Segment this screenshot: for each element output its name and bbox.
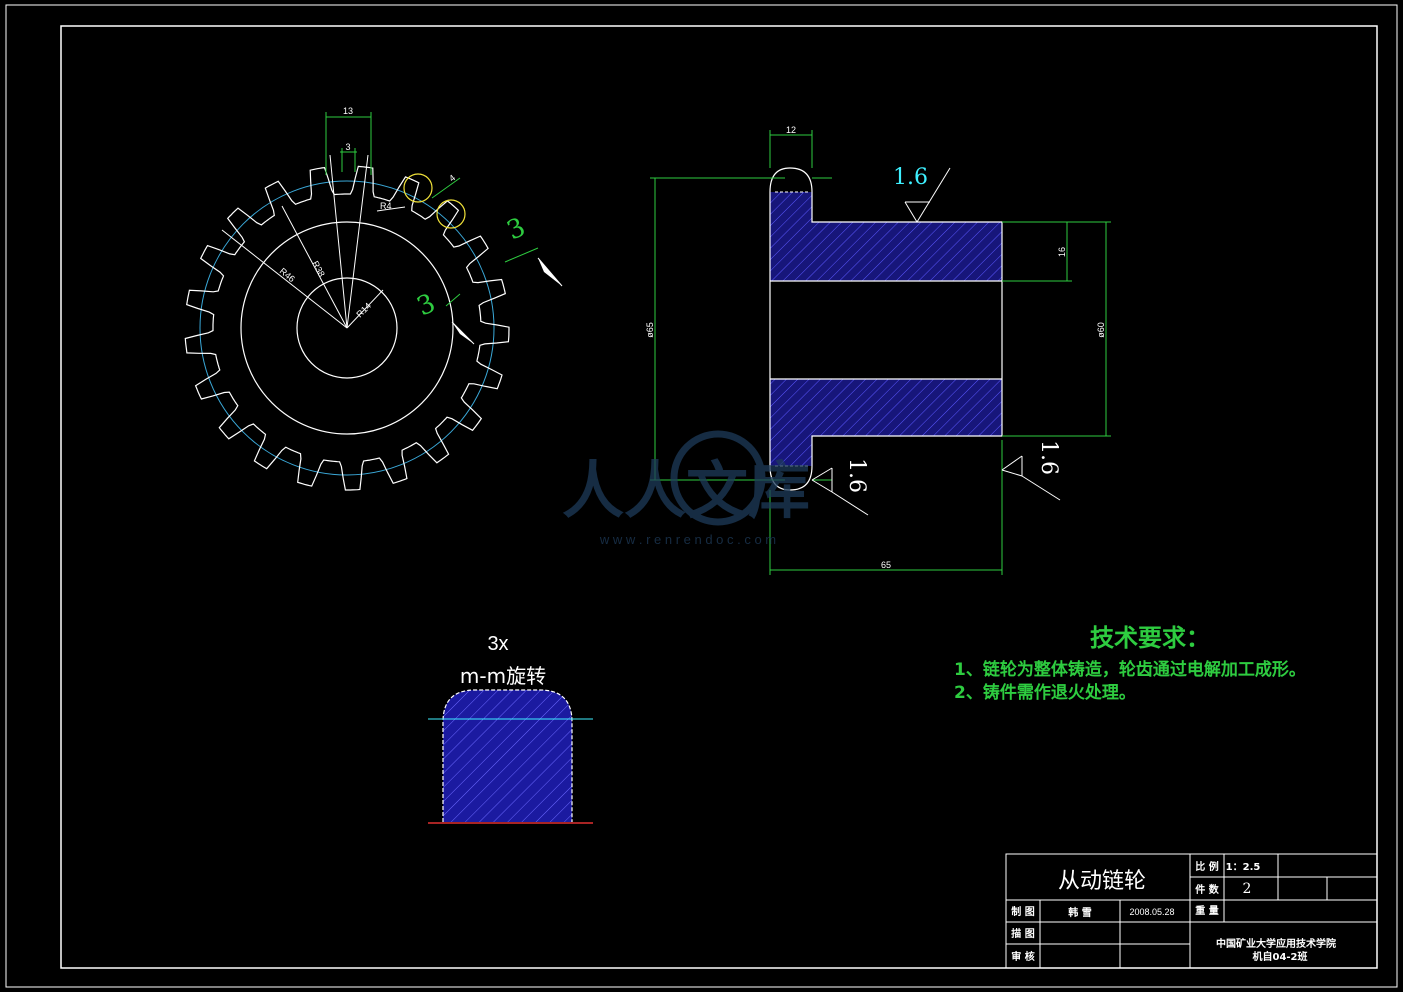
- detail-tooth-section: [443, 690, 572, 822]
- dim-r38: R38: [310, 259, 327, 278]
- roughness-top-value: 1.6: [893, 165, 928, 190]
- part-name: 从动链轮: [1058, 869, 1146, 894]
- watermark-text: 人人文库: [562, 454, 810, 527]
- detail-scale: 3x: [487, 633, 508, 655]
- drawn-date: 2008.05.28: [1129, 907, 1174, 917]
- front-roughness-2-value: 3: [413, 288, 440, 322]
- dim-3: 3: [345, 142, 350, 152]
- dim-r4: R4: [380, 201, 392, 211]
- scale-value: 1：2.5: [1226, 862, 1261, 873]
- qty-value: 2: [1243, 881, 1252, 897]
- detail-circle-1: [403, 173, 433, 203]
- school-name: 中国矿业大学应用技术学院: [1216, 937, 1336, 950]
- dim-13: 13: [343, 106, 353, 116]
- arrow-1-shaft: [537, 257, 563, 287]
- qty-label: 件 数: [1195, 883, 1219, 896]
- dim-4: 4: [447, 173, 457, 184]
- traced-label: 描 图: [1011, 927, 1034, 940]
- front-roughness-1: [504, 247, 539, 263]
- cad-drawing: 13 3 R4 4 R46 R38 R14 3 3 12 ø65 16 ø60 …: [5, 4, 1398, 988]
- dim-16: 16: [1057, 247, 1067, 257]
- dim-phi60: ø60: [1096, 322, 1106, 338]
- dim-12: 12: [786, 125, 796, 135]
- detail-label: m-m旋转: [460, 664, 546, 688]
- tech-req-item-1: 1、链轮为整体铸造，轮齿通过电解加工成形。: [954, 659, 1306, 680]
- drawn-label: 制 图: [1011, 905, 1034, 918]
- dim-65: 65: [881, 560, 891, 570]
- roughness-bottom-right-value: 1.6: [1036, 440, 1061, 475]
- watermark-url: w w w . r e n r e n d o c . c o m: [599, 532, 776, 547]
- weight-label: 重 量: [1195, 904, 1218, 917]
- dim-phi65: ø65: [645, 322, 655, 338]
- sprocket-tooth-outline: [184, 165, 510, 491]
- front-roughness-1-value: 3: [503, 212, 530, 246]
- class-name: 机自04-2班: [1252, 950, 1307, 963]
- scale-label: 比 例: [1195, 860, 1218, 873]
- section-upper: [770, 192, 1002, 281]
- arrow-2-shaft: [451, 321, 475, 345]
- checked-label: 审 核: [1011, 950, 1034, 963]
- section-lower: [770, 379, 1002, 466]
- tech-req-title: 技术要求：: [1090, 624, 1210, 652]
- drawn-name: 韩 雪: [1068, 906, 1091, 919]
- technical-requirements: 技术要求： 1、链轮为整体铸造，轮齿通过电解加工成形。 2、铸件需作退火处理。: [954, 624, 1306, 703]
- dim-r46: R46: [278, 266, 297, 284]
- front-view: 13 3 R4 4 R46 R38 R14 3 3: [184, 106, 563, 491]
- tech-req-item-2: 2、铸件需作退火处理。: [954, 682, 1136, 703]
- detail-view: 3x m-m旋转: [428, 633, 593, 824]
- roughness-bottom-left-value: 1.6: [844, 458, 869, 493]
